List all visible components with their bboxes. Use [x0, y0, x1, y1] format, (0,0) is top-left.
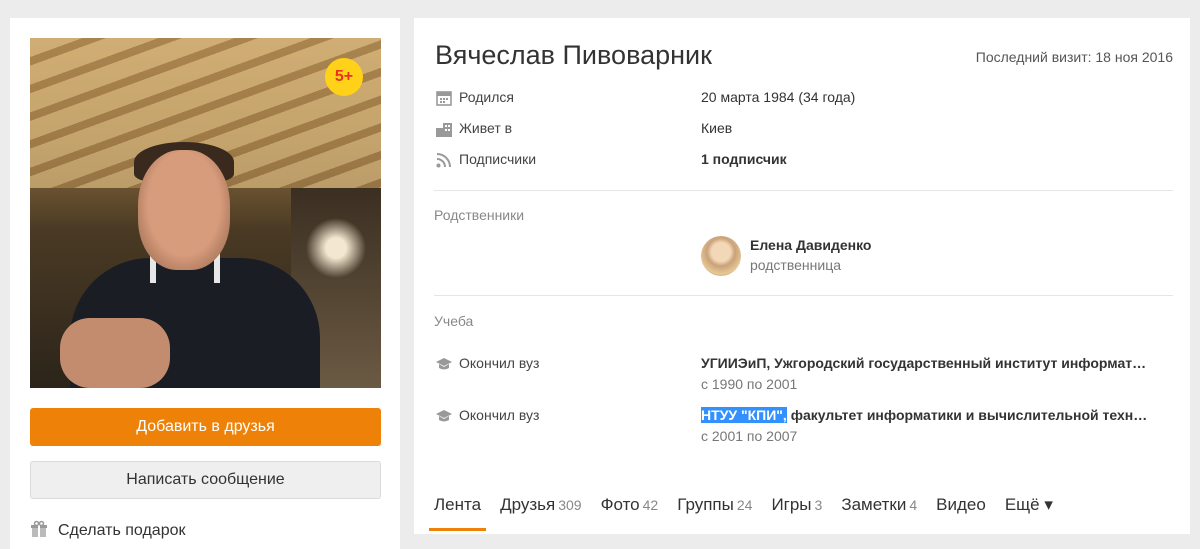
tab-label: Видео [936, 495, 986, 514]
tab-label: Лента [434, 495, 482, 514]
education-label: Окончил вуз [459, 355, 540, 371]
last-visit: Последний визит: 18 ноя 2016 [975, 49, 1173, 65]
tab-groups[interactable]: Группы 24 [677, 495, 752, 525]
relative-name[interactable]: Елена Давиденко [750, 237, 871, 253]
profile-photo[interactable]: 5+ [30, 38, 381, 388]
birth-label: Родился [459, 89, 514, 105]
tab-friends[interactable]: Друзья 309 [500, 495, 582, 525]
add-friend-button[interactable]: Добавить в друзья [30, 408, 381, 446]
tab-feed[interactable]: Лента [428, 495, 487, 531]
tab-count: 3 [814, 497, 823, 513]
photo-person-hand [60, 318, 170, 388]
tab-more[interactable]: Ещё ▾ [1005, 495, 1053, 525]
info-row-city: Живет в Киев [435, 118, 1175, 140]
photo-rating-badge[interactable]: 5+ [325, 58, 363, 96]
tab-notes[interactable]: Заметки 4 [841, 495, 917, 525]
relatives-title: Родственники [434, 207, 525, 223]
calendar-icon [435, 89, 453, 107]
relative-item[interactable]: Елена Давиденко родственница [701, 236, 1001, 276]
education-label: Окончил вуз [459, 407, 540, 423]
graduation-cap-icon [435, 355, 453, 373]
relative-avatar[interactable] [701, 236, 741, 276]
profile-tabs: Лента Друзья 309 Фото 42 Группы 24 Игры 3 За… [428, 495, 1053, 531]
education-school[interactable]: УГИИЭиП, Ужгородский государственный инс… [701, 355, 1166, 371]
divider [434, 190, 1173, 191]
birth-value: 20 марта 1984 (34 года) [701, 89, 856, 105]
education-school[interactable]: НТУУ "КПИ", факультет информатики и вычи… [701, 407, 1166, 423]
profile-sidebar: 5+ Добавить в друзья Написать сообщение … [10, 18, 400, 549]
rss-icon [435, 151, 453, 169]
tab-label: Заметки [841, 495, 907, 514]
gift-label: Сделать подарок [58, 522, 186, 539]
tab-count: 24 [736, 497, 753, 513]
photo-person-head [138, 150, 230, 270]
info-row-subscribers: Подписчики 1 подписчик [435, 149, 1175, 171]
info-row-birth: Родился 20 марта 1984 (34 года) [435, 87, 1175, 109]
profile-name: Вячеслав Пивоварник [435, 40, 712, 70]
education-school-rest: факультет информатики и вычислительной т… [790, 407, 1148, 423]
gift-icon [30, 520, 48, 543]
education-row: Окончил вуз НТУУ "КПИ", факультет информ… [435, 405, 1175, 449]
education-row: Окончил вуз УГИИЭиП, Ужгородский государ… [435, 353, 1175, 397]
subscribers-value[interactable]: 1 подписчик [701, 151, 787, 167]
tab-count: 309 [558, 497, 582, 513]
subscribers-label: Подписчики [459, 151, 537, 167]
tab-count: 4 [909, 497, 918, 513]
education-title: Учеба [434, 313, 474, 329]
send-message-button[interactable]: Написать сообщение [30, 461, 381, 499]
city-value[interactable]: Киев [701, 120, 732, 136]
education-years: с 2001 по 2007 [701, 428, 798, 444]
education-years: с 1990 по 2001 [701, 376, 798, 392]
graduation-cap-icon [435, 407, 453, 425]
tab-video[interactable]: Видео [936, 495, 986, 525]
tab-label: Фото [600, 495, 640, 514]
profile-main: Вячеслав Пивоварник Последний визит: 18 … [414, 18, 1190, 534]
relative-role: родственница [750, 257, 841, 273]
selected-text: НТУУ "КПИ", [701, 407, 787, 423]
tab-photos[interactable]: Фото 42 [601, 495, 659, 525]
tab-label: Группы [677, 495, 734, 514]
city-icon [435, 120, 453, 138]
city-label: Живет в [459, 120, 513, 136]
gift-link[interactable]: Сделать подарок [30, 520, 186, 542]
tab-label: Ещё ▾ [1004, 495, 1053, 514]
tab-games[interactable]: Игры 3 [771, 495, 822, 525]
divider [434, 295, 1173, 296]
tab-label: Игры [771, 495, 812, 514]
tab-count: 42 [642, 497, 659, 513]
tab-label: Друзья [500, 495, 556, 514]
